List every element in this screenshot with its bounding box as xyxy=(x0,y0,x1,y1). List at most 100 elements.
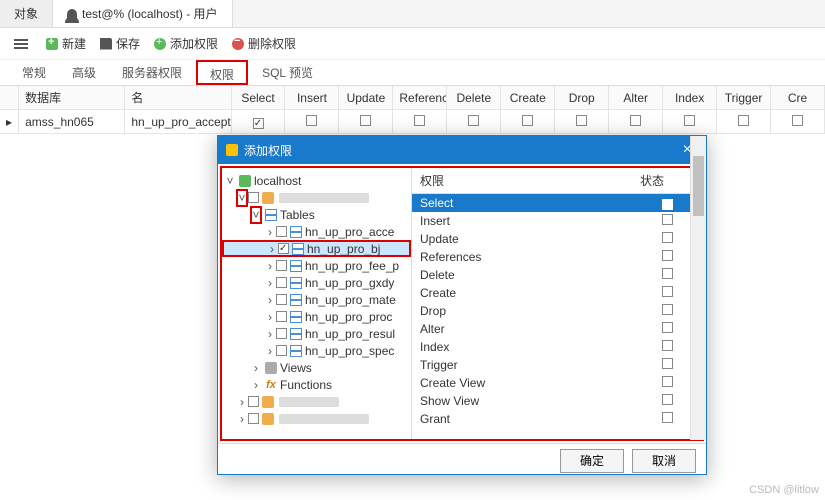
tree-checkbox[interactable] xyxy=(276,311,287,322)
dialog-scrollbar[interactable] xyxy=(690,136,706,440)
add-priv-button[interactable]: 添加权限 xyxy=(154,35,218,52)
dialog-titlebar[interactable]: 添加权限 × xyxy=(218,136,706,164)
perm-checkbox[interactable] xyxy=(662,304,673,315)
grid-row[interactable]: ▸ amss_hn065 hn_up_pro_accept xyxy=(0,110,825,134)
chk-index[interactable] xyxy=(684,115,695,126)
tree-item[interactable]: hn_up_pro_acce xyxy=(305,225,394,239)
expand-icon[interactable]: › xyxy=(250,361,262,375)
perm-checkbox[interactable] xyxy=(662,340,673,351)
expand-icon[interactable]: › xyxy=(264,327,276,341)
expand-icon[interactable]: › xyxy=(264,276,276,290)
perm-row[interactable]: Update xyxy=(412,230,702,248)
expand-icon[interactable]: ˅ xyxy=(250,206,262,224)
chk-references[interactable] xyxy=(414,115,425,126)
tab-object[interactable]: 对象 xyxy=(0,0,53,27)
perm-checkbox[interactable] xyxy=(662,250,673,261)
expand-icon[interactable]: › xyxy=(264,225,276,239)
cancel-button[interactable]: 取消 xyxy=(632,449,696,473)
perm-row[interactable]: Create xyxy=(412,284,702,302)
menu-icon[interactable] xyxy=(10,35,32,53)
perm-checkbox[interactable] xyxy=(662,232,673,243)
chk-update[interactable] xyxy=(360,115,371,126)
col-select[interactable]: Select xyxy=(232,86,286,109)
tree-checkbox[interactable] xyxy=(276,294,287,305)
tree-functions[interactable]: Functions xyxy=(280,378,332,392)
col-drop[interactable]: Drop xyxy=(555,86,609,109)
perm-row[interactable]: Drop xyxy=(412,302,702,320)
expand-icon[interactable]: ˅ xyxy=(224,174,236,188)
chk-drop[interactable] xyxy=(576,115,587,126)
perm-row[interactable]: Grant xyxy=(412,410,702,428)
save-button[interactable]: 保存 xyxy=(100,35,140,52)
tree-item[interactable]: hn_up_pro_gxdy xyxy=(305,276,394,290)
col-references[interactable]: References xyxy=(393,86,447,109)
subtab-advanced[interactable]: 高级 xyxy=(60,60,108,85)
expand-icon[interactable]: › xyxy=(250,378,262,392)
perm-row[interactable]: Trigger xyxy=(412,356,702,374)
perm-row[interactable]: Select xyxy=(412,194,702,212)
chk-cr[interactable] xyxy=(792,115,803,126)
chk-insert[interactable] xyxy=(306,115,317,126)
col-insert[interactable]: Insert xyxy=(285,86,339,109)
expand-icon[interactable]: › xyxy=(236,395,248,409)
tab-user[interactable]: test@% (localhost) - 用户 xyxy=(53,0,233,27)
perm-checkbox[interactable] xyxy=(662,376,673,387)
subtab-server-priv[interactable]: 服务器权限 xyxy=(110,60,194,85)
perm-row[interactable]: Create View xyxy=(412,374,702,392)
row-handle[interactable]: ▸ xyxy=(0,110,19,133)
col-trigger[interactable]: Trigger xyxy=(717,86,771,109)
perm-row[interactable]: Alter xyxy=(412,320,702,338)
tree-checkbox[interactable] xyxy=(276,328,287,339)
del-priv-button[interactable]: 删除权限 xyxy=(232,35,296,52)
tree-item[interactable]: hn_up_pro_mate xyxy=(305,293,396,307)
tree-item[interactable]: hn_up_pro_proc xyxy=(305,310,392,324)
tree-checkbox[interactable] xyxy=(278,243,289,254)
subtab-sql-preview[interactable]: SQL 预览 xyxy=(250,60,325,85)
tree-item[interactable]: hn_up_pro_resul xyxy=(305,327,395,341)
perm-checkbox[interactable] xyxy=(662,199,673,210)
chk-trigger[interactable] xyxy=(738,115,749,126)
expand-icon[interactable]: ˅ xyxy=(236,189,248,207)
col-create[interactable]: Create xyxy=(501,86,555,109)
ok-button[interactable]: 确定 xyxy=(560,449,624,473)
expand-icon[interactable]: › xyxy=(264,310,276,324)
chk-create[interactable] xyxy=(522,115,533,126)
tree-checkbox[interactable] xyxy=(248,413,259,424)
tree-checkbox[interactable] xyxy=(276,277,287,288)
tree-item[interactable]: hn_up_pro_fee_p xyxy=(305,259,399,273)
perm-row[interactable]: References xyxy=(412,248,702,266)
perm-checkbox[interactable] xyxy=(662,322,673,333)
perm-checkbox[interactable] xyxy=(662,214,673,225)
expand-icon[interactable]: › xyxy=(264,344,276,358)
expand-icon[interactable]: › xyxy=(264,259,276,273)
chk-alter[interactable] xyxy=(630,115,641,126)
expand-icon[interactable]: › xyxy=(264,293,276,307)
subtab-priv[interactable]: 权限 xyxy=(196,60,248,85)
expand-icon[interactable]: › xyxy=(266,242,278,256)
tree-checkbox[interactable] xyxy=(276,226,287,237)
col-delete[interactable]: Delete xyxy=(447,86,501,109)
perm-checkbox[interactable] xyxy=(662,412,673,423)
perm-row[interactable]: Delete xyxy=(412,266,702,284)
chk-delete[interactable] xyxy=(468,115,479,126)
col-cr[interactable]: Cre xyxy=(771,86,825,109)
tree-item[interactable]: hn_up_pro_spec xyxy=(305,344,394,358)
tree-views[interactable]: Views xyxy=(280,361,312,375)
col-update[interactable]: Update xyxy=(339,86,393,109)
perm-row[interactable]: Index xyxy=(412,338,702,356)
col-db[interactable]: 数据库 xyxy=(19,86,125,109)
col-index[interactable]: Index xyxy=(663,86,717,109)
col-name[interactable]: 名 xyxy=(125,86,231,109)
tree-checkbox[interactable] xyxy=(248,396,259,407)
new-button[interactable]: 新建 xyxy=(46,35,86,52)
subtab-general[interactable]: 常规 xyxy=(10,60,58,85)
perm-checkbox[interactable] xyxy=(662,268,673,279)
tree-checkbox[interactable] xyxy=(276,345,287,356)
tree-checkbox[interactable] xyxy=(248,192,259,203)
perm-checkbox[interactable] xyxy=(662,358,673,369)
tree-checkbox[interactable] xyxy=(276,260,287,271)
perm-row[interactable]: Show View xyxy=(412,392,702,410)
perm-row[interactable]: Insert xyxy=(412,212,702,230)
tree-root[interactable]: localhost xyxy=(254,174,301,188)
tree-tables[interactable]: Tables xyxy=(280,208,315,222)
